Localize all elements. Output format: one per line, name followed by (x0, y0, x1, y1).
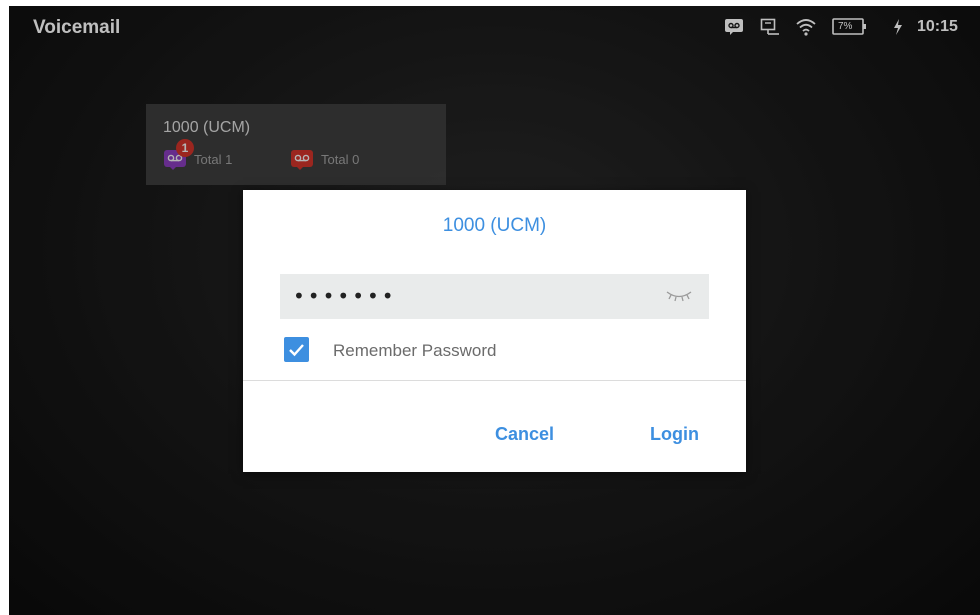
cancel-button[interactable]: Cancel (495, 424, 554, 445)
remember-password-label[interactable]: Remember Password (333, 341, 496, 361)
dialog-divider (243, 380, 746, 381)
dialog-title: 1000 (UCM) (442, 215, 547, 236)
checkmark-icon (289, 344, 304, 357)
device-screen: Voicemail 7% 10:15 1000 (UCM) 1 Total 1 … (9, 6, 980, 615)
show-password-icon[interactable] (664, 289, 694, 308)
login-dialog: 1000 (UCM) ••••••• Remember Password Can… (243, 190, 746, 472)
password-field[interactable]: ••••••• (280, 274, 709, 319)
password-value: ••••••• (293, 284, 397, 308)
login-button[interactable]: Login (650, 424, 699, 445)
remember-password-checkbox[interactable] (284, 337, 309, 362)
